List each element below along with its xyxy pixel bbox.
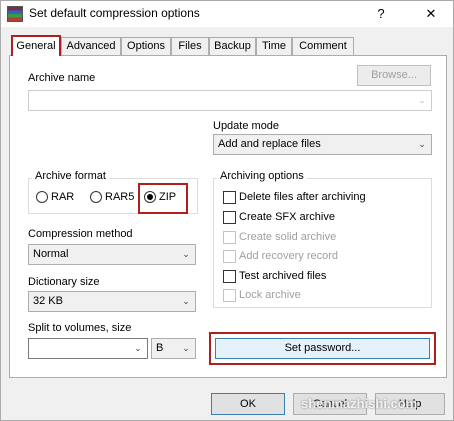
chevron-down-icon: ⌄	[182, 249, 190, 259]
radio-circle-icon	[36, 191, 48, 204]
tab-backup[interactable]: Backup	[209, 37, 256, 55]
dictionary-size-select[interactable]: 32 KB ⌄	[28, 291, 196, 312]
tab-options[interactable]: Options	[121, 37, 171, 55]
chevron-down-icon: ⌄	[182, 343, 190, 353]
compression-method-select[interactable]: Normal ⌄	[28, 244, 196, 265]
checkbox-create-sfx-label: Create SFX archive	[239, 211, 335, 224]
chevron-down-icon: ⌄	[182, 296, 190, 306]
radio-rar5-label: RAR5	[105, 191, 135, 204]
close-icon[interactable]: ✕	[413, 1, 449, 27]
checkbox-create-sfx[interactable]: Create SFX archive	[223, 210, 335, 225]
update-mode-label: Update mode	[213, 120, 280, 132]
compression-method-value: Normal	[33, 248, 69, 260]
archive-name-label: Archive name	[28, 72, 96, 84]
help-icon[interactable]: ?	[363, 1, 399, 27]
tab-time[interactable]: Time	[256, 37, 292, 55]
archive-name-input[interactable]: ⌄	[28, 90, 432, 111]
radio-circle-icon	[90, 191, 102, 204]
chevron-down-icon: ⌄	[418, 95, 426, 105]
update-mode-select[interactable]: Add and replace files ⌄	[213, 134, 432, 155]
tab-comment[interactable]: Comment	[292, 37, 354, 55]
radio-zip[interactable]: ZIP	[144, 190, 176, 206]
window-title: Set default compression options	[29, 6, 200, 20]
radio-zip-label: ZIP	[159, 191, 177, 204]
dictionary-size-label: Dictionary size	[28, 276, 100, 288]
tab-strip: General Advanced Options Files Backup Ti…	[9, 35, 449, 56]
split-unit-value: B	[156, 342, 164, 354]
chevron-down-icon: ⌄	[418, 139, 426, 149]
tab-general[interactable]: General	[11, 35, 61, 56]
split-unit-select[interactable]: B ⌄	[151, 338, 196, 359]
update-mode-value: Add and replace files	[218, 138, 321, 150]
checkbox-delete-files-label: Delete files after archiving	[239, 191, 366, 204]
radio-rar[interactable]: RAR	[36, 190, 74, 206]
checkbox-lock-archive-label: Lock archive	[239, 289, 301, 302]
checkbox-test-files-label: Test archived files	[239, 270, 327, 283]
checkbox-icon	[223, 288, 236, 302]
checkbox-test-files[interactable]: Test archived files	[223, 269, 326, 284]
checkbox-recovery-record-label: Add recovery record	[239, 250, 339, 263]
general-tab-panel: Archive name Browse... ⌄ Update mode Add…	[9, 55, 447, 378]
checkbox-icon	[223, 190, 236, 204]
ok-button[interactable]: OK	[211, 393, 285, 415]
checkbox-delete-files[interactable]: Delete files after archiving	[223, 190, 366, 205]
checkbox-create-solid[interactable]: Create solid archive	[223, 230, 336, 245]
set-password-button[interactable]: Set password...	[215, 338, 430, 359]
archiving-options-label: Archiving options	[217, 170, 307, 182]
winrar-books-icon	[7, 6, 23, 22]
browse-button[interactable]: Browse...	[357, 65, 431, 86]
checkbox-icon	[223, 210, 236, 224]
chevron-down-icon: ⌄	[134, 343, 142, 353]
checkbox-icon	[223, 230, 236, 244]
radio-rar5[interactable]: RAR5	[90, 190, 134, 206]
split-volumes-input[interactable]: ⌄	[28, 338, 148, 359]
radio-selected-icon	[144, 191, 156, 204]
tab-files[interactable]: Files	[171, 37, 209, 55]
checkbox-create-solid-label: Create solid archive	[239, 231, 337, 244]
checkbox-recovery-record[interactable]: Add recovery record	[223, 249, 338, 264]
checkbox-icon	[223, 269, 236, 283]
radio-rar-label: RAR	[51, 191, 75, 204]
split-volumes-label: Split to volumes, size	[28, 322, 132, 334]
dictionary-size-value: 32 KB	[33, 295, 63, 307]
tab-advanced[interactable]: Advanced	[61, 37, 121, 55]
compression-method-label: Compression method	[28, 228, 133, 240]
compression-options-dialog: Set default compression options ? ✕ Gene…	[0, 0, 454, 421]
archive-format-label: Archive format	[32, 170, 109, 182]
checkbox-lock-archive[interactable]: Lock archive	[223, 288, 301, 303]
title-bar: Set default compression options ? ✕	[1, 1, 453, 27]
watermark-text: shenmazhishi.com	[301, 396, 418, 411]
checkbox-icon	[223, 249, 236, 263]
